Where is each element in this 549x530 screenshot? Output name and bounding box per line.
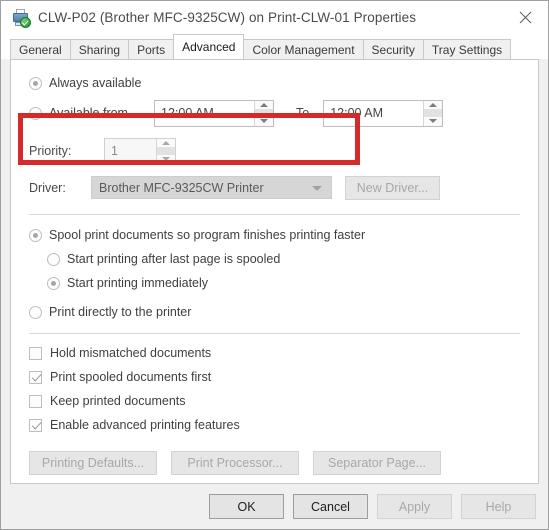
- tab-tray-settings[interactable]: Tray Settings: [422, 39, 512, 59]
- priority-input[interactable]: 1: [104, 137, 176, 165]
- tab-color-management[interactable]: Color Management: [243, 39, 364, 59]
- always-available-row: Always available: [29, 74, 520, 92]
- new-driver-button[interactable]: New Driver...: [345, 175, 440, 200]
- checkbox-print-spooled-documents-first[interactable]: Print spooled documents first: [29, 370, 211, 384]
- available-from-spinner[interactable]: [254, 100, 273, 126]
- to-label: To: [296, 106, 310, 120]
- spinner-down-button[interactable]: [424, 117, 442, 125]
- driver-selected-value: Brother MFC-9325CW Printer: [99, 180, 264, 195]
- divider-bottom: [29, 333, 520, 334]
- radio-print-directly-to-printer[interactable]: Print directly to the printer: [29, 305, 191, 319]
- option-row: Enable advanced printing features: [29, 414, 520, 436]
- print-processor-button[interactable]: Print Processor...: [171, 451, 299, 475]
- available-to-time-input[interactable]: 12:00 AM: [323, 99, 444, 127]
- chevron-down-icon: [312, 185, 322, 191]
- separator-page-button[interactable]: Separator Page...: [313, 451, 441, 475]
- driver-label: Driver:: [29, 180, 66, 195]
- priority-label: Priority:: [29, 144, 72, 158]
- title-bar: CLW-P02 (Brother MFC-9325CW) on Print-CL…: [1, 1, 548, 34]
- checkbox-indicator: [29, 346, 42, 360]
- priority-row: Priority: 1: [29, 136, 520, 166]
- tab-advanced[interactable]: Advanced: [173, 34, 245, 59]
- spinner-down-button[interactable]: [255, 117, 273, 125]
- action-button-row: Printing Defaults... Print Processor... …: [29, 450, 520, 476]
- radio-indicator: [47, 252, 60, 266]
- cancel-button[interactable]: Cancel: [293, 494, 368, 519]
- spinner-up-button[interactable]: [157, 139, 175, 147]
- radio-always-available[interactable]: Always available: [29, 76, 141, 90]
- divider-top: [29, 214, 520, 215]
- radio-available-from[interactable]: Available from: [29, 106, 154, 120]
- tab-sharing[interactable]: Sharing: [69, 39, 130, 59]
- window-title: CLW-P02 (Brother MFC-9325CW) on Print-CL…: [38, 10, 417, 25]
- radio-indicator: [29, 76, 42, 90]
- available-from-time-value: 12:00 AM: [161, 106, 214, 120]
- tab-strip: General Sharing Ports Advanced Color Man…: [1, 34, 548, 59]
- start-after-last-page-row: Start printing after last page is spoole…: [29, 248, 520, 270]
- advanced-tab-panel: Always available Available from 12:00 AM: [10, 59, 539, 484]
- spinner-up-button[interactable]: [255, 101, 273, 109]
- checkbox-enable-advanced-printing-features[interactable]: Enable advanced printing features: [29, 418, 240, 432]
- radio-start-printing-immediately[interactable]: Start printing immediately: [47, 276, 208, 290]
- tab-ports[interactable]: Ports: [128, 39, 175, 59]
- tab-general[interactable]: General: [10, 39, 71, 59]
- tab-security[interactable]: Security: [362, 39, 424, 59]
- spool-documents-row: Spool print documents so program finishe…: [29, 224, 520, 246]
- printer-check-icon: [12, 8, 31, 28]
- driver-select[interactable]: Brother MFC-9325CW Printer: [91, 176, 332, 199]
- driver-row: Driver: Brother MFC-9325CW Printer New D…: [29, 175, 520, 200]
- radio-indicator: [29, 228, 42, 242]
- ok-button[interactable]: OK: [209, 494, 284, 519]
- option-row: Keep printed documents: [29, 390, 520, 412]
- available-from-row: Available from 12:00 AM To 12:00 AM: [29, 96, 520, 130]
- priority-value: 1: [111, 144, 118, 158]
- radio-start-printing-after-last-page[interactable]: Start printing after last page is spoole…: [47, 252, 280, 266]
- checkbox-hold-mismatched-documents[interactable]: Hold mismatched documents: [29, 346, 211, 360]
- printing-defaults-button[interactable]: Printing Defaults...: [29, 451, 157, 475]
- available-to-spinner[interactable]: [423, 100, 443, 126]
- apply-button[interactable]: Apply: [377, 494, 452, 519]
- help-button[interactable]: Help: [461, 494, 536, 519]
- spinner-down-button[interactable]: [157, 155, 175, 163]
- available-to-time-value: 12:00 AM: [330, 106, 384, 120]
- checkbox-keep-printed-documents[interactable]: Keep printed documents: [29, 394, 186, 408]
- radio-spool-print-documents[interactable]: Spool print documents so program finishe…: [29, 228, 365, 242]
- checkbox-indicator: [29, 394, 42, 408]
- option-row: Hold mismatched documents: [29, 342, 520, 364]
- print-directly-row: Print directly to the printer: [29, 301, 520, 323]
- checkbox-indicator: [29, 418, 42, 432]
- dialog-footer: OK Cancel Apply Help: [1, 484, 548, 529]
- printer-properties-dialog: CLW-P02 (Brother MFC-9325CW) on Print-CL…: [0, 0, 549, 530]
- radio-indicator: [47, 276, 60, 290]
- option-row: Print spooled documents first: [29, 366, 520, 388]
- spinner-up-button[interactable]: [424, 101, 442, 109]
- close-icon[interactable]: [503, 1, 548, 33]
- radio-indicator: [29, 106, 42, 120]
- available-from-time-input[interactable]: 12:00 AM: [154, 99, 274, 127]
- radio-indicator: [29, 305, 42, 319]
- checkbox-indicator: [29, 370, 42, 384]
- start-immediately-row: Start printing immediately: [29, 272, 520, 294]
- priority-spinner[interactable]: [156, 138, 175, 164]
